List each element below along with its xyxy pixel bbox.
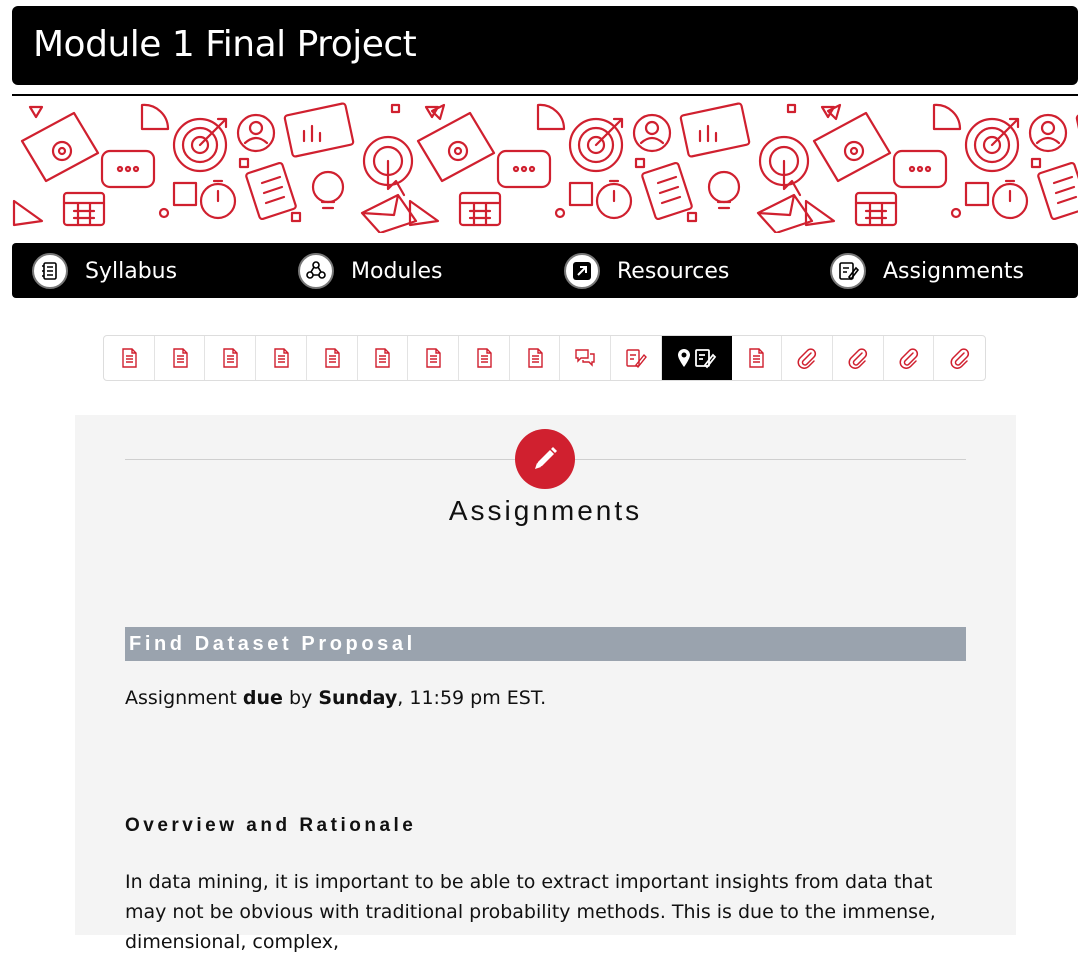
attachment-icon [949, 347, 971, 369]
nav-label-resources: Resources [617, 258, 730, 284]
assignment-icon [625, 348, 647, 368]
nav-label-assignments: Assignments [883, 258, 1024, 284]
page-navigation [103, 335, 986, 381]
nav-syllabus[interactable]: Syllabus [32, 251, 177, 291]
course-nav: Syllabus Modules Resources Assignments [12, 243, 1078, 298]
page-nav-item[interactable] [833, 336, 884, 380]
page-icon [272, 348, 290, 368]
page-nav-item[interactable] [104, 336, 155, 380]
page-icon [475, 348, 493, 368]
page-icon [171, 348, 189, 368]
page-nav-item[interactable] [782, 336, 833, 380]
modules-icon [298, 253, 334, 289]
page-nav-item[interactable] [560, 336, 612, 380]
location-pin-icon [676, 347, 718, 369]
page-header: Module 1 Final Project [12, 6, 1078, 85]
page-nav-item[interactable] [732, 336, 783, 380]
page-nav-item[interactable] [661, 336, 732, 380]
decorative-banner [12, 101, 1078, 233]
attachment-icon [898, 347, 920, 369]
due-text: Assignment due by Sunday, 11:59 pm EST. [125, 687, 546, 709]
page-icon [373, 348, 391, 368]
due-word: due [242, 687, 283, 709]
page-nav-item[interactable] [155, 336, 206, 380]
page-icon [120, 348, 138, 368]
due-prefix: Assignment [125, 687, 243, 709]
page-icon [323, 348, 341, 368]
discussion-icon [574, 348, 596, 368]
page-nav-item[interactable] [205, 336, 257, 380]
page-nav-item[interactable] [934, 336, 985, 380]
assignment-heading: Find Dataset Proposal [125, 627, 966, 661]
page-nav-item[interactable] [256, 336, 307, 380]
page-icon [526, 348, 544, 368]
page-icon [747, 348, 765, 368]
page-nav-item[interactable] [408, 336, 460, 380]
page-nav-item[interactable] [358, 336, 409, 380]
pencil-icon [515, 429, 575, 489]
nav-label-modules: Modules [351, 258, 443, 284]
page-icon [424, 348, 442, 368]
page-nav-item[interactable] [307, 336, 358, 380]
due-time: , 11:59 pm EST. [397, 687, 547, 709]
attachment-icon [796, 347, 818, 369]
nav-resources[interactable]: Resources [564, 251, 729, 291]
nav-label-syllabus: Syllabus [85, 258, 178, 284]
syllabus-icon [32, 253, 68, 289]
attachment-icon [847, 347, 869, 369]
page-nav-item[interactable] [611, 336, 662, 380]
page-nav-item[interactable] [510, 336, 561, 380]
overview-paragraph: In data mining, it is important to be ab… [125, 871, 936, 953]
main-content: Assignments Find Dataset Proposal Assign… [75, 415, 1016, 953]
page-title: Module 1 Final Project [33, 24, 417, 65]
due-by: by [282, 687, 319, 709]
overview-heading: Overview and Rationale [125, 815, 417, 836]
page-icon [221, 348, 239, 368]
nav-assignments[interactable]: Assignments [830, 251, 1024, 291]
due-day: Sunday [318, 687, 398, 709]
header-divider [12, 94, 1078, 96]
resources-icon [564, 253, 600, 289]
page-nav-item[interactable] [884, 336, 935, 380]
page-nav-item[interactable] [459, 336, 510, 380]
nav-modules[interactable]: Modules [298, 251, 442, 291]
assignments-icon [830, 253, 866, 289]
section-title: Assignments [448, 495, 643, 526]
